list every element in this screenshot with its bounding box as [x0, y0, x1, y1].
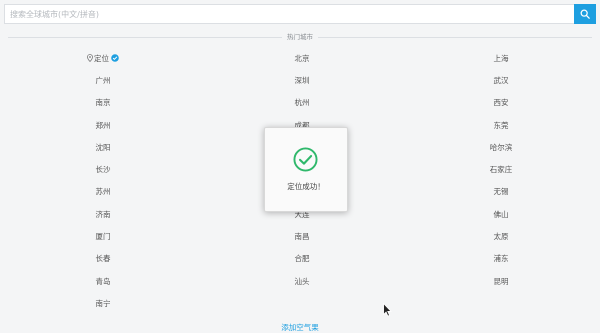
city-item[interactable]: 沈阳 [8, 136, 204, 158]
location-pin-icon [87, 54, 93, 63]
city-item[interactable]: 南昌 [204, 225, 400, 247]
city-item[interactable]: 青岛 [8, 270, 204, 292]
search-button[interactable] [574, 4, 596, 24]
city-item[interactable]: 厦门 [8, 225, 204, 247]
city-label: 浦东 [493, 254, 509, 264]
success-check-circle-icon [293, 147, 318, 172]
city-item[interactable]: 上海 [400, 47, 592, 69]
city-label: 南昌 [294, 232, 310, 242]
city-label: 北京 [294, 53, 310, 63]
city-label: 东莞 [493, 120, 509, 130]
city-item[interactable]: 广州 [8, 69, 204, 91]
city-label: 郑州 [95, 120, 111, 130]
city-label: 定位 [94, 53, 109, 63]
city-item[interactable]: 苏州 [8, 181, 204, 203]
city-item[interactable]: 长沙 [8, 158, 204, 180]
city-label: 无锡 [493, 187, 509, 197]
city-item[interactable]: 武汉 [400, 69, 592, 91]
city-label: 合肥 [294, 254, 310, 264]
search-bar [4, 4, 596, 24]
city-item[interactable]: 南京 [8, 92, 204, 114]
city-label: 长春 [95, 254, 111, 264]
city-label: 西安 [493, 98, 509, 108]
toast-message: 定位成功！ [287, 182, 325, 191]
city-label: 苏州 [95, 187, 111, 197]
add-air-device-link[interactable]: 添加空气果 [0, 322, 600, 333]
search-icon [580, 9, 590, 19]
city-label: 太原 [493, 232, 509, 242]
city-item[interactable]: 北京 [204, 47, 400, 69]
location-success-toast: 定位成功！ [264, 127, 348, 212]
city-item[interactable]: 合肥 [204, 248, 400, 270]
city-label: 石家庄 [489, 165, 513, 175]
city-label: 沈阳 [95, 142, 111, 152]
city-label: 哈尔滨 [489, 142, 513, 152]
city-label: 昆明 [493, 276, 509, 286]
city-item[interactable]: 深圳 [204, 69, 400, 91]
city-item[interactable]: 济南 [8, 203, 204, 225]
city-item[interactable]: 太原 [400, 225, 592, 247]
city-item[interactable]: 哈尔滨 [400, 136, 592, 158]
hot-cities-label: 热门城市 [282, 32, 318, 42]
check-badge-icon [111, 54, 119, 62]
city-item[interactable]: 郑州 [8, 114, 204, 136]
city-item[interactable]: 杭州 [204, 92, 400, 114]
city-label: 上海 [493, 53, 509, 63]
city-item[interactable]: 佛山 [400, 203, 592, 225]
city-item[interactable]: 无锡 [400, 181, 592, 203]
city-item[interactable]: 浦东 [400, 248, 592, 270]
city-item[interactable]: 汕头 [204, 270, 400, 292]
city-item-current-location[interactable]: 定位 [8, 47, 204, 69]
city-item[interactable]: 西安 [400, 92, 592, 114]
city-item[interactable]: 石家庄 [400, 158, 592, 180]
city-label: 南京 [95, 98, 111, 108]
city-label: 广州 [95, 75, 111, 85]
city-label: 青岛 [95, 276, 111, 286]
city-label: 武汉 [493, 75, 509, 85]
city-item[interactable]: 南宁 [8, 292, 204, 314]
city-label: 杭州 [294, 98, 310, 108]
city-item[interactable]: 昆明 [400, 270, 592, 292]
mouse-cursor-icon [383, 303, 392, 317]
city-label: 汕头 [294, 276, 310, 286]
city-label: 佛山 [493, 209, 509, 219]
city-search-input[interactable] [4, 4, 577, 24]
city-item[interactable]: 长春 [8, 248, 204, 270]
city-label: 厦门 [95, 232, 111, 242]
city-label: 南宁 [95, 298, 111, 308]
city-label: 深圳 [294, 75, 310, 85]
hot-cities-divider: 热门城市 [8, 31, 592, 43]
city-label: 济南 [95, 209, 111, 219]
city-label: 长沙 [95, 165, 111, 175]
city-item[interactable]: 东莞 [400, 114, 592, 136]
